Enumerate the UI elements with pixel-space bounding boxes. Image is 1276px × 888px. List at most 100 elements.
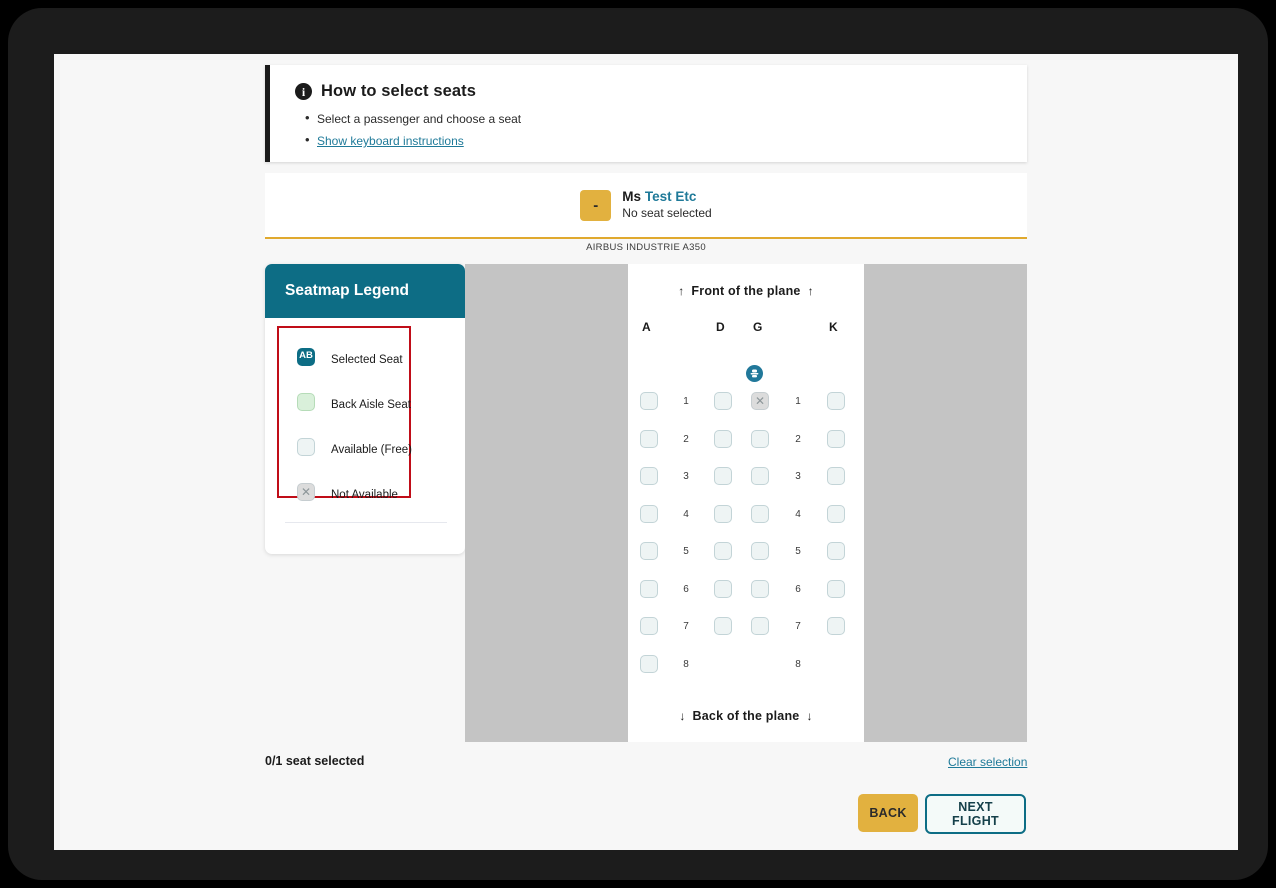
aircraft-type-label: AIRBUS INDUSTRIE A350: [586, 242, 706, 253]
seat-4K[interactable]: [823, 504, 849, 529]
seat-1G: ✕: [747, 392, 773, 416]
seat-available[interactable]: [747, 617, 773, 641]
seat-5A[interactable]: [636, 542, 662, 566]
seat-available[interactable]: [636, 542, 662, 566]
row-number-label: 1: [795, 396, 801, 407]
seat-available[interactable]: [747, 579, 773, 604]
passenger-seat-status: No seat selected: [622, 206, 712, 220]
seat-4G[interactable]: [747, 504, 773, 529]
show-keyboard-instructions-link[interactable]: Show keyboard instructions: [317, 134, 464, 148]
seat-available[interactable]: [293, 437, 319, 462]
seat-7G[interactable]: [747, 617, 773, 641]
seat-2D[interactable]: [710, 429, 736, 454]
seat-available[interactable]: [710, 429, 736, 454]
seat-3K[interactable]: [823, 467, 849, 491]
column-header-k: K: [829, 320, 838, 334]
legend-row: AB Selected Seat: [293, 337, 409, 382]
seat-7D[interactable]: [710, 617, 736, 641]
seat-available[interactable]: [710, 579, 736, 604]
seat-available[interactable]: [636, 467, 662, 491]
how-to-list: Select a passenger and choose a seat Sho…: [270, 107, 1027, 152]
passenger-selector-bar: - Ms Test Etc No seat selected: [265, 173, 1027, 239]
legend-items-highlight-box: AB Selected Seat Back Aisle Seat Available …: [277, 326, 412, 505]
seat-available[interactable]: [823, 504, 849, 529]
seat-available[interactable]: [823, 542, 849, 566]
back-button[interactable]: BACK: [858, 794, 918, 832]
seat-available[interactable]: [747, 542, 773, 566]
front-of-plane-text: Front of the plane: [691, 284, 801, 298]
legend-seat-selected[interactable]: AB: [293, 347, 319, 372]
seat-4D[interactable]: [710, 504, 736, 529]
seat-available[interactable]: [823, 579, 849, 604]
close-icon: ✕: [300, 484, 312, 499]
seat-3D[interactable]: [710, 467, 736, 491]
how-to-header: i How to select seats: [270, 65, 1027, 101]
seat-available[interactable]: [636, 654, 662, 679]
seatmap-legend-card: Seatmap Legend AB Selected Seat Back Aisle…: [265, 264, 465, 554]
seat-3G[interactable]: [747, 467, 773, 491]
seat-available[interactable]: [710, 467, 736, 491]
seat-2K[interactable]: [823, 429, 849, 454]
seat-4A[interactable]: [636, 504, 662, 529]
seat-1D[interactable]: [710, 392, 736, 416]
avatar-label: -: [593, 196, 599, 214]
seat-2A[interactable]: [636, 429, 662, 454]
seat-6A[interactable]: [636, 579, 662, 604]
seat-back-aisle[interactable]: [293, 392, 319, 417]
back-of-plane-text: Back of the plane: [692, 709, 800, 723]
row-number-label: 5: [683, 546, 689, 557]
seat-7K[interactable]: [823, 617, 849, 641]
seat-5D[interactable]: [710, 542, 736, 566]
seat-available[interactable]: [636, 429, 662, 454]
passenger-avatar[interactable]: -: [580, 189, 612, 221]
column-headers: ADGK: [628, 320, 864, 336]
row-number-label: 3: [683, 471, 689, 482]
clear-selection-link[interactable]: Clear selection: [948, 755, 1027, 769]
seat-available[interactable]: [710, 392, 736, 416]
seat-available[interactable]: [823, 617, 849, 641]
seat-available[interactable]: [636, 392, 662, 416]
seat-5K[interactable]: [823, 542, 849, 566]
row-number-label: 6: [683, 583, 689, 595]
next-flight-button[interactable]: NEXT FLIGHT: [925, 794, 1026, 834]
seat-available[interactable]: [747, 467, 773, 491]
seat-7A[interactable]: [636, 617, 662, 641]
seat-available[interactable]: [636, 617, 662, 641]
seat-6K[interactable]: [823, 579, 849, 604]
arrow-up-icon: ↑: [807, 284, 814, 298]
seat-1K[interactable]: [823, 392, 849, 416]
seat-available[interactable]: [747, 504, 773, 529]
seat-2G[interactable]: [747, 429, 773, 454]
legend-label: Selected Seat: [331, 353, 403, 366]
seat-available[interactable]: [710, 504, 736, 529]
close-icon: ✕: [754, 394, 766, 408]
seat-available[interactable]: [823, 429, 849, 454]
seat-6D[interactable]: [710, 579, 736, 604]
seat-available[interactable]: [823, 392, 849, 416]
seat-available[interactable]: [710, 542, 736, 566]
passenger-entry[interactable]: - Ms Test Etc No seat selected: [580, 188, 712, 222]
legend-row: ✕ Not Available: [293, 472, 409, 517]
how-to-bullet-text: Select a passenger and choose a seat: [317, 112, 522, 126]
browser-viewport: i How to select seats Select a passenger…: [54, 54, 1238, 850]
seat-code: AB: [299, 349, 313, 361]
seat-3A[interactable]: [636, 467, 662, 491]
seat-available[interactable]: [636, 579, 662, 604]
seat-available[interactable]: [710, 617, 736, 641]
legend-label: Not Available: [331, 488, 398, 501]
list-item: Show keyboard instructions: [305, 129, 1027, 152]
seat-rows: ✕ 1 1 2 2 3 3 4 4 5 5 6 6 7 7 8 8: [628, 392, 864, 692]
cabin-side-panel-right: [864, 264, 1027, 742]
row-number-label: 3: [795, 471, 801, 482]
row-number-label: 1: [683, 396, 689, 407]
seat-8A[interactable]: [636, 654, 662, 679]
seat-available[interactable]: [823, 467, 849, 491]
seat-5G[interactable]: [747, 542, 773, 566]
seat-available[interactable]: [636, 504, 662, 529]
seat-6G[interactable]: [747, 579, 773, 604]
seat-available[interactable]: [747, 429, 773, 454]
row-number-label: 2: [795, 433, 801, 445]
seat-row: 66: [628, 579, 864, 618]
seat-1A[interactable]: [636, 392, 662, 416]
seat-row: 77: [628, 617, 864, 655]
